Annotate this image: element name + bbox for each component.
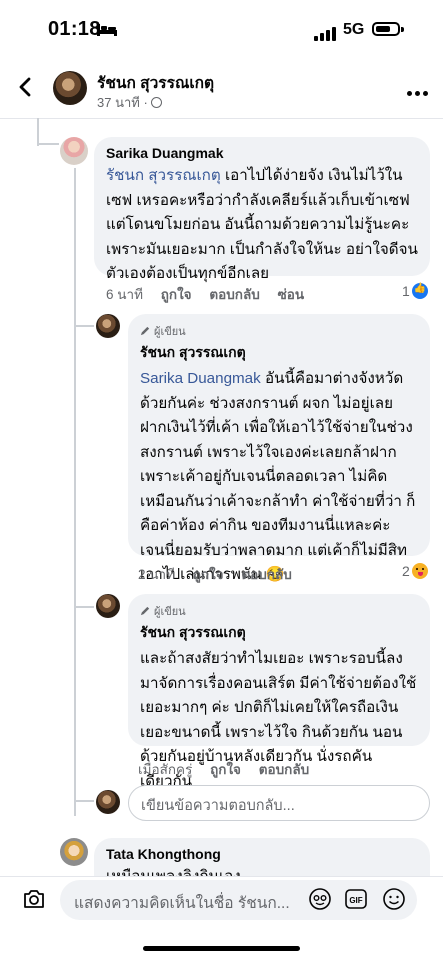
post-meta: 37 นาที · xyxy=(97,92,162,113)
sleep-mode-icon xyxy=(97,24,117,36)
comment-bubble: Sarika Duangmak รัชนก สุวรรณเกตุ เอาไปได… xyxy=(94,137,430,282)
reply-input[interactable]: เขียนข้อความตอบกลับ... xyxy=(128,785,430,821)
like-button[interactable]: ถูกใจ xyxy=(210,762,241,777)
comment-body: อันนี้คือมาต่างจังหวัดด้วยกันค่ะ ช่วงสงก… xyxy=(140,370,416,583)
comment-time: 2 นาที xyxy=(138,567,175,582)
pencil-icon xyxy=(140,606,150,616)
more-icon[interactable] xyxy=(407,83,431,101)
pencil-icon xyxy=(140,326,150,336)
commenter-name[interactable]: Tata Khongthong xyxy=(106,846,418,862)
commenter-avatar[interactable] xyxy=(60,838,88,866)
svg-text:GIF: GIF xyxy=(349,896,362,905)
gif-icon[interactable]: GIF xyxy=(344,887,368,911)
commenter-name[interactable]: รัชนก สุวรรณเกตุ xyxy=(140,622,418,644)
commenter-name[interactable]: Sarika Duangmak xyxy=(106,145,418,161)
commenter-avatar[interactable] xyxy=(96,314,120,338)
post-time: 37 นาที · xyxy=(97,95,148,110)
commenter-avatar[interactable] xyxy=(96,594,120,618)
author-badge-label: ผู้เขียน xyxy=(154,606,186,618)
comment-time: 6 นาที xyxy=(106,287,143,302)
comment-actions: 2 นาที ถูกใจ ตอบกลับ xyxy=(138,563,306,585)
thread-line xyxy=(74,800,94,802)
comment-text: Sarika Duangmak อันนี้คือมาต่างจังหวัดด้… xyxy=(140,367,418,588)
comment-actions: 6 นาที ถูกใจ ตอบกลับ ซ่อน xyxy=(106,283,318,305)
globe-icon xyxy=(150,97,162,108)
back-icon[interactable] xyxy=(14,75,38,99)
author-badge: ผู้เขียน xyxy=(140,602,418,620)
battery-icon xyxy=(372,22,400,36)
mention-link[interactable]: รัชนก สุวรรณเกตุ xyxy=(106,167,221,184)
comment-time: เมื่อสักครู่ xyxy=(138,762,193,777)
my-avatar xyxy=(96,790,120,814)
thread-line xyxy=(74,325,94,327)
emoji-reaction-icon xyxy=(411,563,428,579)
mention-link[interactable]: Sarika Duangmak xyxy=(140,370,261,387)
reply-button[interactable]: ตอบกลับ xyxy=(259,762,309,777)
like-button[interactable]: ถูกใจ xyxy=(161,287,192,302)
thread-line xyxy=(74,606,94,608)
battery-cap xyxy=(401,27,404,32)
home-indicator xyxy=(143,946,300,951)
author-avatar[interactable] xyxy=(53,71,87,105)
sticker-icon[interactable] xyxy=(308,887,332,911)
commenter-avatar[interactable] xyxy=(60,137,88,165)
reaction-count: 1 xyxy=(402,283,410,299)
network-type: 5G xyxy=(343,21,365,38)
hide-button[interactable]: ซ่อน xyxy=(278,287,305,302)
comment-bubble: ผู้เขียน รัชนก สุวรรณเกตุ Sarika Duangma… xyxy=(128,314,430,583)
thread-line xyxy=(37,118,39,146)
thread-line xyxy=(74,168,76,816)
smiley-icon[interactable] xyxy=(382,887,406,911)
reply-button[interactable]: ตอบกลับ xyxy=(241,567,291,582)
camera-icon[interactable] xyxy=(22,887,46,911)
author-badge-label: ผู้เขียน xyxy=(154,326,186,338)
like-reaction-icon xyxy=(411,283,428,299)
comment-text: รัชนก สุวรรณเกตุ เอาไปได้ง่ายจัง เงินไม่… xyxy=(106,164,418,287)
comment-actions: เมื่อสักครู่ ถูกใจ ตอบกลับ xyxy=(138,758,323,780)
reaction-count: 2 xyxy=(402,563,410,579)
reaction-summary[interactable]: 1 xyxy=(402,283,428,299)
thread-line xyxy=(37,143,59,145)
like-button[interactable]: ถูกใจ xyxy=(193,567,224,582)
cellular-signal-icon xyxy=(314,23,338,41)
reply-button[interactable]: ตอบกลับ xyxy=(209,287,259,302)
status-time: 01:18 xyxy=(48,18,101,40)
author-badge: ผู้เขียน xyxy=(140,322,418,340)
comment-body: เอาไปได้ง่ายจัง เงินไม่ไว้ในเซฟ เหรอคะหร… xyxy=(106,167,418,282)
comment-bubble: ผู้เขียน รัชนก สุวรรณเกตุ และถ้าสงสัยว่า… xyxy=(128,594,430,790)
commenter-name[interactable]: รัชนก สุวรรณเกตุ xyxy=(140,342,418,364)
reaction-summary[interactable]: 2 xyxy=(402,563,428,579)
